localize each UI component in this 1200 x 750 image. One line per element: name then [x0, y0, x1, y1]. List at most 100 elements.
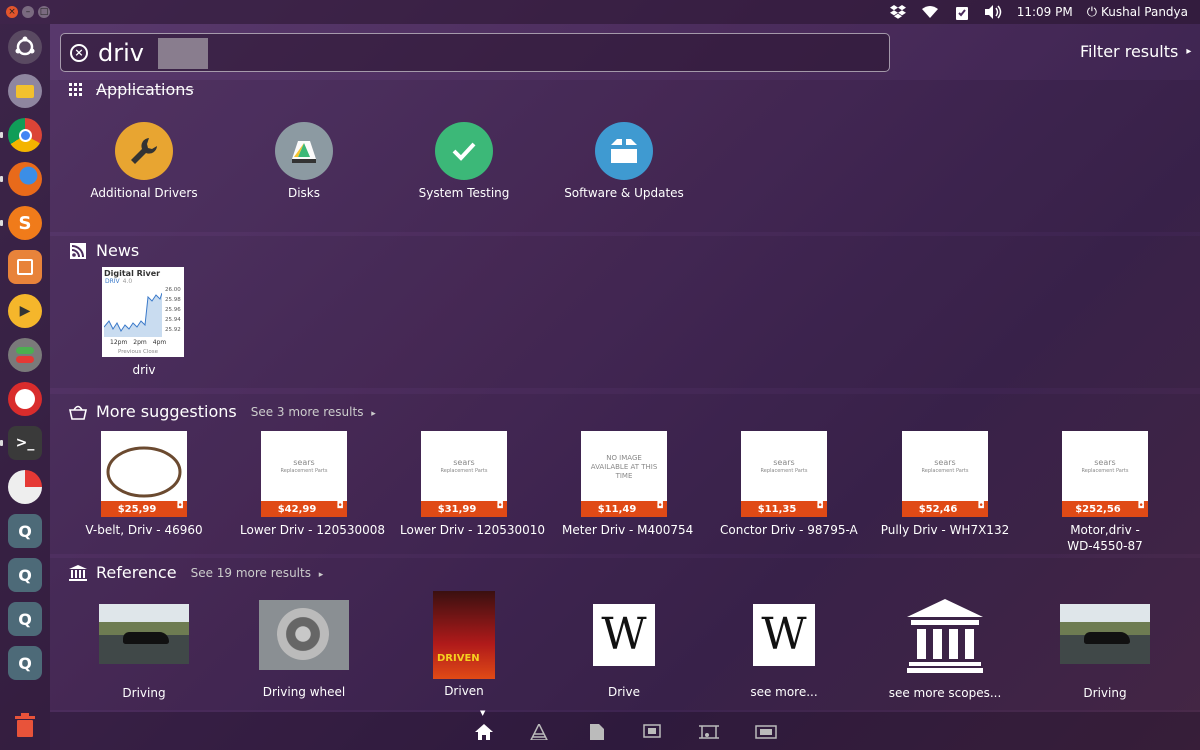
reference-item[interactable]: Driving	[84, 604, 204, 700]
user-menu[interactable]: ⏻ Kushal Pandya	[1087, 5, 1188, 20]
reference-label: Drive	[608, 685, 640, 699]
applications-title: Applications	[96, 80, 194, 99]
news-title: News	[96, 241, 140, 260]
poster-title: DRIVEN	[437, 653, 480, 664]
product-thumbnail: sears Replacement Parts $252,56 ◘	[1062, 431, 1148, 517]
suggestion-item[interactable]: sears Replacement Parts $31,99 ◘ Lower Dr…	[400, 431, 545, 537]
sears-subtext: Replacement Parts	[440, 468, 488, 474]
reference-item[interactable]: DRIVEN Driven	[404, 591, 524, 698]
suggestion-item[interactable]: sears Replacement Parts $42,99 ◘ Lower Dr…	[240, 431, 385, 537]
terminal-icon[interactable]: >_	[0, 426, 42, 460]
stock-time-tick: 4pm	[152, 339, 167, 346]
cart-icon: ◘	[1134, 501, 1148, 517]
suggestion-item[interactable]: sears Replacement Parts $252,56 ◘ Motor,d…	[1045, 431, 1165, 553]
price-badge: $11,49	[581, 501, 653, 517]
search-input[interactable]	[98, 38, 858, 67]
filter-results-button[interactable]: Filter results ▸	[1080, 42, 1191, 61]
app-label: Disks	[287, 186, 321, 200]
app-result-software-updates[interactable]: Software & Updates	[559, 122, 689, 200]
reference-item[interactable]: Driving	[1045, 604, 1165, 700]
applications-header[interactable]: Applications	[68, 80, 194, 99]
news-result-driv[interactable]: Digital River DRIV 4.0 26.00 25.98 25.96…	[102, 267, 186, 377]
reference-item[interactable]: W Drive	[564, 604, 684, 699]
cart-icon: ◘	[493, 501, 507, 517]
news-header[interactable]: News	[68, 241, 139, 260]
pie-app-icon[interactable]	[8, 470, 42, 504]
stock-price-tick: 25.94	[165, 317, 181, 323]
firefox-icon[interactable]	[0, 162, 42, 196]
reference-header[interactable]: Reference See 19 more results ▸	[68, 563, 323, 582]
reference-item[interactable]: see more scopes...	[880, 599, 1010, 700]
disk-icon	[275, 122, 333, 180]
movie-poster-image: DRIVEN	[433, 591, 495, 679]
suggestion-item[interactable]: $25,99 ◘ V-belt, Driv - 46960	[84, 431, 204, 537]
red-app-icon[interactable]	[8, 382, 42, 416]
package-icon	[595, 122, 653, 180]
software-center-icon[interactable]	[8, 250, 42, 284]
volume-icon[interactable]	[984, 4, 1003, 20]
toggle-settings-icon[interactable]	[8, 338, 42, 372]
files-icon[interactable]	[8, 74, 42, 108]
reference-label: see more scopes...	[888, 686, 1002, 700]
price-badge: $42,99	[261, 501, 333, 517]
stock-chart-thumbnail: Digital River DRIV 4.0 26.00 25.98 25.96…	[102, 267, 184, 357]
suggestions-header[interactable]: More suggestions See 3 more results ▸	[68, 402, 376, 421]
active-lens-indicator: ▼	[480, 709, 486, 717]
photos-icon[interactable]	[755, 724, 777, 740]
sears-text: sears	[773, 458, 795, 467]
clock[interactable]: 11:09 PM	[1017, 5, 1073, 19]
suggestion-label: Motor,driv -	[1070, 523, 1140, 537]
stock-ticker-value: 4.0	[122, 278, 133, 285]
wikipedia-icon: W	[753, 604, 815, 666]
app-result-disks[interactable]: Disks	[244, 122, 364, 200]
app-q-icon[interactable]: Q	[8, 558, 42, 592]
chrome-icon[interactable]	[0, 118, 42, 152]
dropbox-icon[interactable]	[889, 4, 907, 20]
top-panel: × – □ 11:09 PM ⏻ Kushal Pandya	[0, 0, 1200, 24]
check-icon	[435, 122, 493, 180]
search-selection-highlight	[158, 38, 208, 69]
maximize-window-icon[interactable]: □	[38, 6, 50, 18]
home-icon[interactable]	[475, 724, 493, 740]
clear-search-icon[interactable]: ×	[70, 43, 88, 62]
power-icon: ⏻	[1086, 4, 1098, 20]
media-player-icon[interactable]: ▶	[8, 294, 42, 328]
app-q-icon[interactable]: Q	[8, 514, 42, 548]
trash-icon[interactable]	[8, 708, 42, 742]
suggestions-see-more-link[interactable]: See 3 more results ▸	[251, 405, 376, 419]
wifi-icon[interactable]	[921, 4, 939, 20]
sears-text: sears	[453, 458, 475, 467]
product-thumbnail: sears Replacement Parts $42,99 ◘	[261, 431, 347, 517]
reference-item[interactable]: Driving wheel	[244, 600, 364, 699]
sublime-icon[interactable]: S	[0, 206, 42, 240]
suggestion-item[interactable]: NO IMAGE AVAILABLE AT THIS TIME $11,49 ◘…	[562, 431, 693, 537]
sears-subtext: Replacement Parts	[1081, 468, 1129, 474]
app-result-system-testing[interactable]: System Testing	[404, 122, 524, 200]
price-badge: $25,99	[101, 501, 173, 517]
reference-item[interactable]: W see more...	[724, 604, 844, 699]
suggestion-item[interactable]: sears Replacement Parts $52,46 ◘ Pully Dr…	[880, 431, 1010, 537]
suggestion-label: Pully Driv - WH7X132	[880, 523, 1010, 537]
applications-icon[interactable]	[529, 722, 549, 741]
museum-icon	[68, 564, 88, 582]
no-image-text: NO IMAGE AVAILABLE AT THIS TIME	[590, 453, 658, 480]
chevron-right-icon: ▸	[371, 408, 376, 419]
clipboard-icon[interactable]	[953, 4, 971, 20]
video-icon[interactable]	[643, 724, 661, 740]
reference-see-more-link[interactable]: See 19 more results ▸	[191, 566, 324, 580]
files-icon[interactable]	[588, 724, 606, 740]
music-icon[interactable]	[698, 724, 720, 740]
suggestion-item[interactable]: sears Replacement Parts $11,35 ◘ Conctor …	[720, 431, 858, 537]
ubuntu-logo-icon[interactable]	[8, 30, 42, 64]
minimize-window-icon[interactable]: –	[22, 6, 34, 18]
sears-subtext: Replacement Parts	[760, 468, 808, 474]
app-result-additional-drivers[interactable]: Additional Drivers	[84, 122, 204, 200]
cart-icon: ◘	[173, 501, 187, 517]
app-q-icon[interactable]: Q	[8, 646, 42, 680]
app-q-icon[interactable]: Q	[8, 602, 42, 636]
close-window-icon[interactable]: ×	[6, 6, 18, 18]
app-label: Additional Drivers	[90, 186, 198, 200]
sears-placeholder: sears Replacement Parts	[761, 458, 808, 476]
stock-company: Digital River	[104, 269, 161, 278]
reference-label: Driving	[122, 686, 166, 700]
